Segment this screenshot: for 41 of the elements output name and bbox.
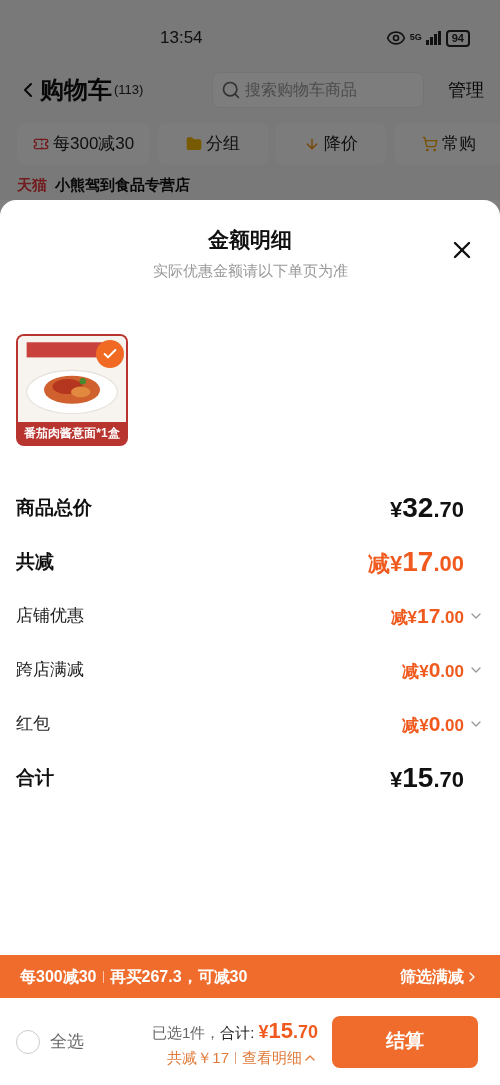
price-text: ¥15.70 — [390, 761, 464, 795]
platform-label: 天猫 — [17, 174, 47, 195]
view-details-link[interactable]: 查看明细 — [242, 1046, 318, 1070]
row-label: 店铺优惠 — [16, 605, 84, 628]
sheet-subtitle: 实际优惠金额请以下单页为准 — [152, 260, 348, 281]
checkout-button[interactable]: 结算 — [332, 1015, 478, 1068]
row-label: 共减 — [16, 549, 54, 574]
folder-icon — [186, 136, 203, 152]
price-text: 减¥0.00 — [402, 657, 464, 684]
select-all-label[interactable]: 全选 — [50, 1028, 84, 1055]
search-icon — [221, 80, 241, 100]
status-time: 13:54 — [160, 27, 203, 50]
manage-link[interactable]: 管理 — [448, 76, 484, 104]
filter-promo-link[interactable]: 筛选满减 — [400, 964, 480, 989]
signal-icon — [425, 31, 442, 45]
selected-count: 已选1件， — [151, 1022, 221, 1043]
eye-icon — [385, 28, 406, 48]
product-caption: 番茄肉酱意面*1盒 — [23, 425, 121, 442]
promo-rule: 每300减30 — [20, 966, 97, 987]
cart-icon — [422, 136, 439, 152]
row-label: 红包 — [16, 713, 50, 736]
sheet-title: 金额明细 — [208, 227, 292, 253]
row-label: 合计 — [16, 765, 54, 790]
row-label: 商品总价 — [16, 495, 92, 520]
price-text: 减¥17.00 — [390, 603, 464, 630]
price-text: ¥32.70 — [390, 491, 464, 525]
cart-count: (113) — [114, 81, 144, 100]
battery-indicator: 94 — [445, 29, 470, 47]
product-card[interactable]: 番茄肉酱意面*1盒 — [16, 334, 128, 446]
saved-amount: 共减￥17 — [167, 1047, 229, 1068]
price-text: 减¥0.00 — [402, 711, 464, 738]
shop-name[interactable]: 小熊驾到食品专营店 — [55, 173, 190, 197]
page-title: 购物车 — [40, 75, 112, 105]
total-price: ¥15.70 — [258, 1016, 318, 1045]
total-label: 合计: — [220, 1022, 255, 1043]
network-text: 5G — [409, 31, 422, 45]
ticket-icon — [33, 136, 49, 152]
row-label: 跨店满减 — [16, 659, 84, 682]
promo-hint: 再买267.3，可减30 — [109, 966, 248, 987]
select-all-radio[interactable] — [16, 1029, 40, 1054]
price-text: 减¥17.00 — [368, 545, 464, 579]
